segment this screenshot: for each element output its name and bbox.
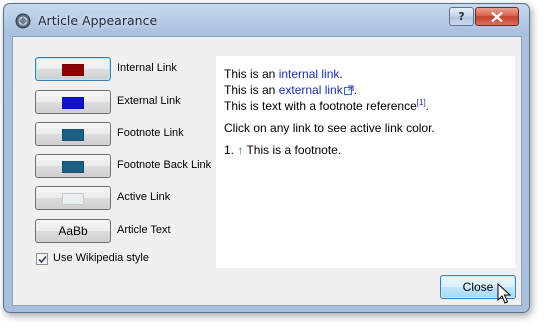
preview-text: .	[425, 99, 430, 113]
preview-text: .	[339, 67, 343, 81]
preview-line-external: This is an external link.	[224, 82, 515, 98]
article-text-label: Article Text	[117, 224, 171, 236]
wikipedia-style-checkbox[interactable]	[36, 253, 48, 265]
footnote-back-link-color-button[interactable]	[35, 154, 111, 178]
close-icon	[491, 12, 503, 22]
help-icon: ?	[458, 10, 465, 23]
external-link-icon	[343, 85, 354, 95]
active-link-swatch	[62, 193, 84, 205]
mouse-cursor-icon	[497, 283, 511, 304]
footnote-link-color-button[interactable]	[35, 122, 111, 146]
window-close-button[interactable]	[475, 7, 519, 26]
footnote-number: 1.	[224, 143, 235, 157]
checkmark-icon	[38, 255, 47, 264]
footnote-link-label: Footnote Link	[117, 127, 184, 139]
help-button[interactable]: ?	[449, 7, 474, 26]
preview-line-footnote-ref: This is text with a footnote reference[1…	[224, 98, 515, 114]
active-link-color-button[interactable]	[35, 186, 111, 210]
title-bar[interactable]: Article Appearance ?	[4, 4, 529, 34]
internal-link-swatch	[62, 64, 84, 76]
preview-line-internal: This is an internal link.	[224, 66, 515, 82]
app-icon	[15, 13, 31, 29]
footnote-back-link-swatch	[62, 161, 84, 173]
article-preview-pane: This is an internal link. This is an ext…	[216, 56, 515, 268]
preview-text: This is an	[224, 67, 279, 81]
footnote-reference-link[interactable]: [1]	[417, 98, 426, 107]
internal-link-color-button[interactable]	[35, 57, 111, 81]
internal-link[interactable]: internal link	[279, 67, 340, 81]
preview-instruction: Click on any link to see active link col…	[224, 121, 435, 135]
preview-text: This is an	[224, 83, 279, 97]
footnote-back-link-label: Footnote Back Link	[117, 159, 212, 171]
external-link[interactable]: external link	[279, 83, 343, 97]
article-text-sample: AaBb	[58, 224, 88, 238]
preview-text: This is text with a footnote reference	[224, 99, 417, 113]
active-link-label: Active Link	[117, 191, 171, 203]
external-link-label: External Link	[117, 95, 181, 107]
dialog-body: Internal Link External Link Footnote Lin…	[12, 36, 522, 306]
footnote-item: 1. ↑ This is a footnote.	[224, 142, 515, 158]
internal-link-label: Internal Link	[117, 62, 177, 74]
article-text-font-button[interactable]: AaBb	[35, 219, 111, 243]
dialog-window: Article Appearance ? Internal Link Exter…	[3, 3, 530, 313]
preview-text: .	[353, 83, 358, 97]
external-link-color-button[interactable]	[35, 90, 111, 114]
wikipedia-style-label: Use Wikipedia style	[53, 252, 149, 264]
window-title: Article Appearance	[38, 13, 158, 28]
footnote-link-swatch	[62, 129, 84, 141]
footnote-text: This is a footnote.	[243, 143, 342, 157]
external-link-swatch	[62, 97, 84, 109]
